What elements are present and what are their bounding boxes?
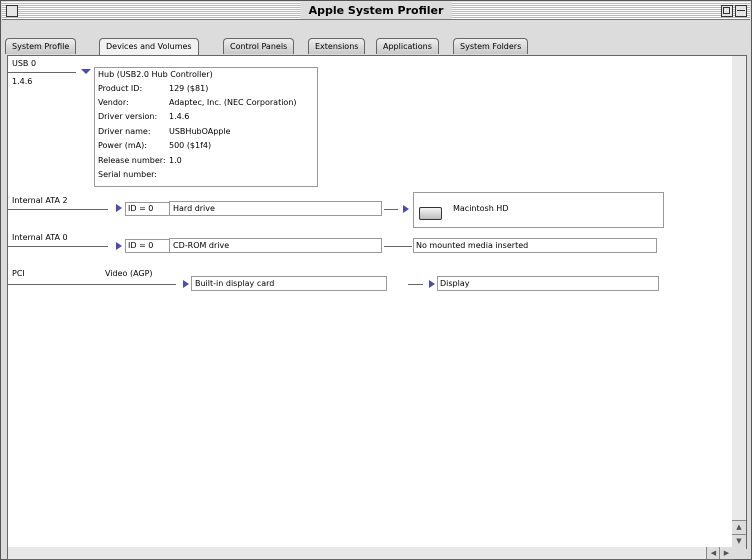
ata0-bus-label: Internal ATA 0: [12, 233, 68, 242]
vendor-value: Adaptec, Inc. (NEC Corporation): [169, 98, 297, 107]
driver-version-label: Driver version:: [98, 112, 158, 121]
power-value: 500 ($1f4): [169, 141, 212, 150]
collapse-box[interactable]: [735, 5, 747, 17]
window-title: Apple System Profiler: [300, 2, 452, 19]
ata2-device[interactable]: Hard drive: [169, 201, 382, 216]
hard-disk-icon: [419, 207, 442, 220]
release-label: Release number:: [98, 156, 166, 165]
profiler-window: Apple System Profiler System Profile Dev…: [0, 0, 752, 560]
ata0-id: ID = 0: [125, 239, 171, 253]
zoom-box[interactable]: [721, 5, 733, 17]
scroll-left-arrow-icon[interactable]: ◀: [706, 547, 720, 559]
usb-version: 1.4.6: [12, 77, 33, 86]
product-id-label: Product ID:: [98, 84, 143, 93]
scroll-right-arrow-icon[interactable]: ▶: [719, 547, 733, 559]
vertical-scrollbar[interactable]: ▲ ▼: [732, 55, 747, 549]
tab-extensions[interactable]: Extensions: [308, 38, 366, 54]
pci-bus-line: [8, 284, 176, 285]
devices-panel: USB 0 1.4.6 Hub (USB2.0 Hub Controller) …: [7, 55, 733, 549]
pci-disclosure-icon[interactable]: [183, 280, 189, 288]
hub-name: Hub (USB2.0 Hub Controller): [98, 70, 213, 79]
volume-name: Macintosh HD: [453, 204, 509, 213]
display-disclosure-icon[interactable]: [429, 280, 435, 288]
pci-slot-label: Video (AGP): [105, 269, 153, 278]
ata2-bus-line: [8, 209, 108, 210]
pci-bus-label: PCI: [12, 269, 25, 278]
usb-hub-info: Hub (USB2.0 Hub Controller) Product ID: …: [94, 67, 318, 187]
driver-name-value: USBHubOApple: [169, 127, 231, 136]
product-id-value: 129 ($81): [169, 84, 209, 93]
ata0-device[interactable]: CD-ROM drive: [169, 238, 382, 253]
ata2-id: ID = 0: [125, 202, 171, 216]
serial-label: Serial number:: [98, 170, 157, 179]
scroll-down-arrow-icon[interactable]: ▼: [732, 534, 746, 548]
tab-applications[interactable]: Applications: [376, 38, 439, 54]
title-bar[interactable]: Apple System Profiler: [2, 2, 750, 20]
ata2-volume-disclosure-icon[interactable]: [403, 205, 409, 213]
tab-system-folders[interactable]: System Folders: [453, 38, 529, 54]
driver-name-label: Driver name:: [98, 127, 151, 136]
usb-bus-line: [8, 72, 76, 73]
scroll-up-arrow-icon[interactable]: ▲: [732, 520, 746, 534]
horizontal-scrollbar[interactable]: ◀ ▶: [7, 547, 734, 560]
tab-control-panels[interactable]: Control Panels: [223, 38, 295, 54]
ata2-link-line: [384, 209, 398, 210]
vendor-label: Vendor:: [98, 98, 129, 107]
close-box[interactable]: [6, 5, 18, 17]
ata2-disclosure-icon[interactable]: [116, 204, 122, 212]
macintosh-hd-volume[interactable]: Macintosh HD: [413, 192, 664, 228]
tab-devices-and-volumes[interactable]: Devices and Volumes: [99, 38, 199, 55]
ata0-link-line: [384, 246, 412, 247]
display-device[interactable]: Display: [437, 276, 659, 291]
resize-grip-icon[interactable]: [732, 547, 746, 559]
usb-disclosure-icon[interactable]: [81, 69, 91, 74]
display-card[interactable]: Built-in display card: [191, 276, 387, 291]
power-label: Power (mA):: [98, 141, 147, 150]
ata0-disclosure-icon[interactable]: [116, 242, 122, 250]
release-value: 1.0: [169, 156, 182, 165]
ata0-volume-status: No mounted media inserted: [413, 238, 657, 253]
usb-bus-label: USB 0: [12, 59, 37, 68]
tab-system-profile[interactable]: System Profile: [5, 38, 77, 54]
ata2-bus-label: Internal ATA 2: [12, 196, 68, 205]
driver-version-value: 1.4.6: [169, 112, 190, 121]
ata0-bus-line: [8, 246, 108, 247]
pci-link-line: [408, 284, 423, 285]
